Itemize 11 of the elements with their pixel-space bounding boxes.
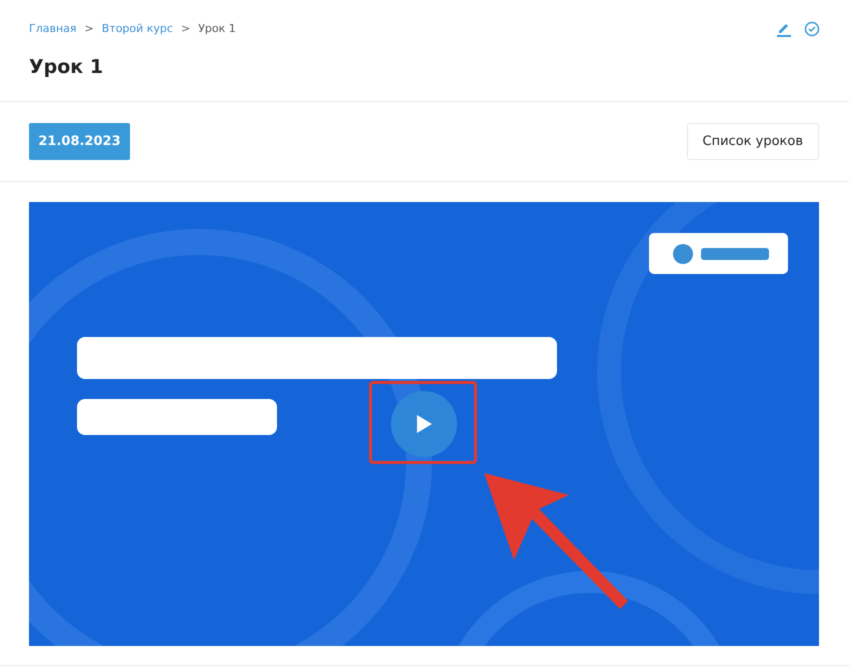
page-title: Урок 1	[29, 54, 104, 80]
lesson-list-button[interactable]: Список уроков	[686, 123, 819, 160]
pencil-icon[interactable]	[776, 21, 792, 37]
date-button[interactable]: 21.08.2023	[29, 123, 130, 160]
check-circle-icon[interactable]	[804, 21, 820, 37]
play-icon	[414, 413, 434, 435]
breadcrumb-separator: >	[180, 21, 190, 37]
breadcrumb-current: Урок 1	[198, 21, 236, 37]
breadcrumb-separator: >	[84, 21, 94, 37]
breadcrumb-link[interactable]: Главная	[29, 21, 77, 38]
breadcrumb-link[interactable]: Второй курс	[102, 21, 173, 38]
